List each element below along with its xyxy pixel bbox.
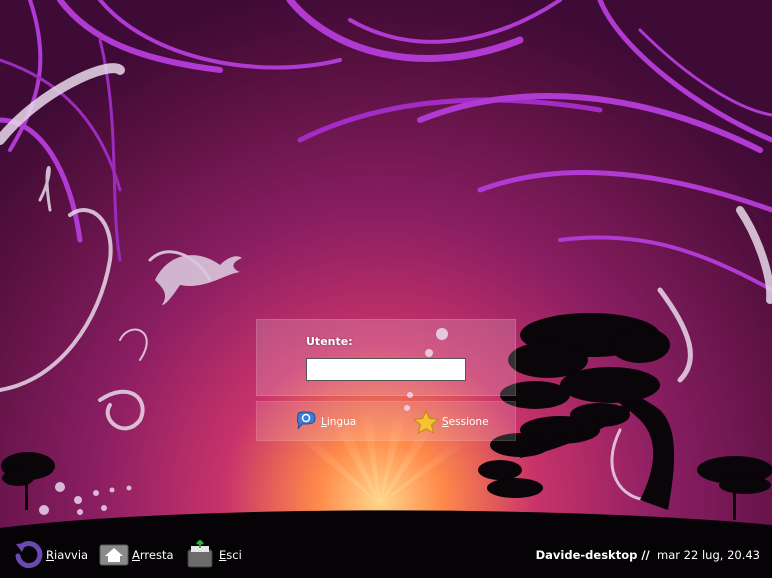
restart-button[interactable]: Riavvia — [13, 541, 89, 569]
star-icon — [413, 410, 439, 434]
host-datetime: Davide-desktop // mar 22 lug, 20.43 — [536, 548, 760, 562]
username-input[interactable] — [306, 358, 466, 381]
shutdown-button[interactable]: Arresta — [99, 542, 174, 568]
language-label: ingua — [326, 416, 357, 428]
exit-recycle-icon — [187, 540, 213, 568]
login-panel: Utente: — [256, 319, 516, 396]
restart-mnemonic: R — [46, 548, 54, 562]
separator: // — [637, 548, 650, 562]
session-label: essione — [448, 416, 489, 428]
language-button[interactable]: Lingua — [294, 410, 356, 434]
username-label: Utente: — [306, 335, 353, 348]
restart-arrow-icon — [15, 541, 43, 569]
session-button[interactable]: Sessione — [413, 410, 489, 434]
shutdown-label: rresta — [139, 548, 174, 562]
speech-bubble-icon — [296, 411, 316, 430]
restart-label: iavvia — [54, 548, 89, 562]
session-mnemonic: S — [442, 416, 449, 428]
exit-button[interactable]: Esci — [186, 540, 242, 568]
house-icon — [99, 544, 129, 566]
exit-label: sci — [226, 548, 242, 562]
bottom-bar: Riavvia Arresta Esci Davide-desktop // m… — [0, 528, 772, 578]
hostname: Davide-desktop — [535, 548, 638, 562]
desktop-wallpaper — [0, 0, 772, 578]
datetime: mar 22 lug, 20.43 — [657, 548, 760, 562]
shutdown-mnemonic: A — [132, 548, 140, 562]
login-options-bar: Lingua Sessione — [256, 401, 516, 441]
